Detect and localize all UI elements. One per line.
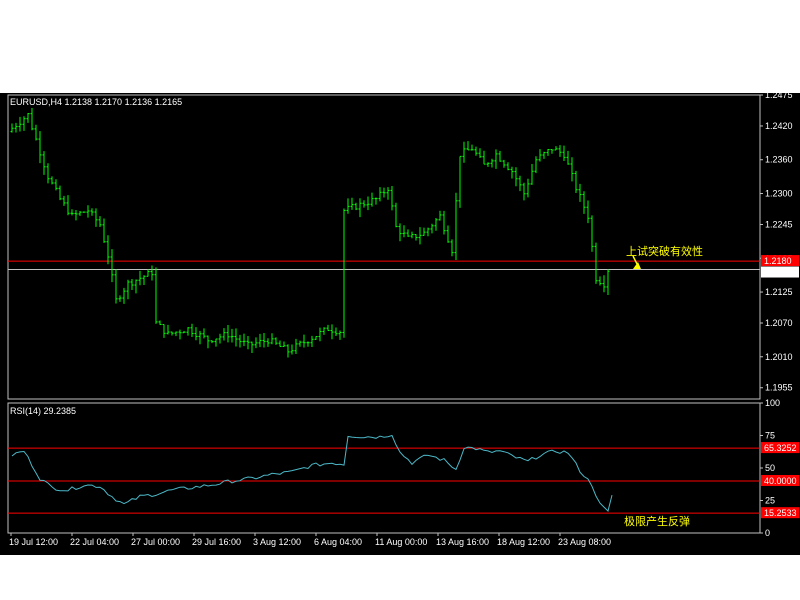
time-tick-label: 29 Jul 16:00 xyxy=(192,537,241,547)
breakout-annotation: 上试突破有效性 xyxy=(626,244,703,258)
candlestick-series xyxy=(10,107,610,358)
price-tick-label: 1.2300 xyxy=(765,189,793,199)
rsi-series xyxy=(11,434,613,512)
trading-terminal: 1.24751.24201.23601.23001.22451.21851.21… xyxy=(0,93,800,555)
time-tick-label: 23 Aug 08:00 xyxy=(558,537,611,547)
time-tick-label: 27 Jul 00:00 xyxy=(131,537,180,547)
price-tick-label: 1.1955 xyxy=(765,383,793,393)
rsi-tick-label: 75 xyxy=(765,431,775,441)
rsi-level-tag: 40.0000 xyxy=(764,476,797,486)
price-tick-label: 1.2475 xyxy=(765,93,793,100)
current-price-tag: 1.2165 xyxy=(764,268,792,278)
rsi-level-tag: 65.3252 xyxy=(764,443,797,453)
price-tick-label: 1.2010 xyxy=(765,352,793,362)
price-panel-header: EURUSD,H4 1.2138 1.2170 1.2136 1.2165 xyxy=(10,97,182,107)
time-tick-label: 19 Jul 12:00 xyxy=(9,537,58,547)
rebound-annotation: 极限产生反弹 xyxy=(624,514,690,528)
time-tick-label: 6 Aug 04:00 xyxy=(314,537,362,547)
time-axis: 19 Jul 12:00 22 Jul 04:00 27 Jul 00:00 29 J… xyxy=(9,533,611,547)
resistance-price-tag: 1.2180 xyxy=(764,256,792,266)
rsi-tick-label: 0 xyxy=(765,528,770,538)
price-tick-label: 1.2125 xyxy=(765,287,793,297)
time-tick-label: 18 Aug 12:00 xyxy=(497,537,550,547)
time-tick-label: 13 Aug 16:00 xyxy=(436,537,489,547)
rsi-tick-label: 50 xyxy=(765,463,775,473)
time-tick-label: 22 Jul 04:00 xyxy=(70,537,119,547)
time-tick-label: 3 Aug 12:00 xyxy=(253,537,301,547)
price-tick-label: 1.2245 xyxy=(765,219,793,229)
rsi-tick-label: 100 xyxy=(765,398,780,408)
price-tick-label: 1.2360 xyxy=(765,155,793,165)
price-tick-label: 1.2070 xyxy=(765,318,793,328)
rsi-panel-header: RSI(14) 29.2385 xyxy=(10,406,76,416)
price-level-lines xyxy=(8,260,760,271)
rsi-line xyxy=(11,434,613,512)
price-axis: 1.24751.24201.23601.23001.22451.21851.21… xyxy=(760,93,793,393)
rsi-tick-label: 25 xyxy=(765,496,775,506)
time-tick-label: 11 Aug 00:00 xyxy=(375,537,427,547)
rsi-level-lines xyxy=(8,447,760,514)
price-tick-label: 1.2420 xyxy=(765,121,793,131)
chart-canvas: 1.24751.24201.23601.23001.22451.21851.21… xyxy=(7,93,799,547)
rsi-level-tag: 15.2533 xyxy=(764,508,797,518)
